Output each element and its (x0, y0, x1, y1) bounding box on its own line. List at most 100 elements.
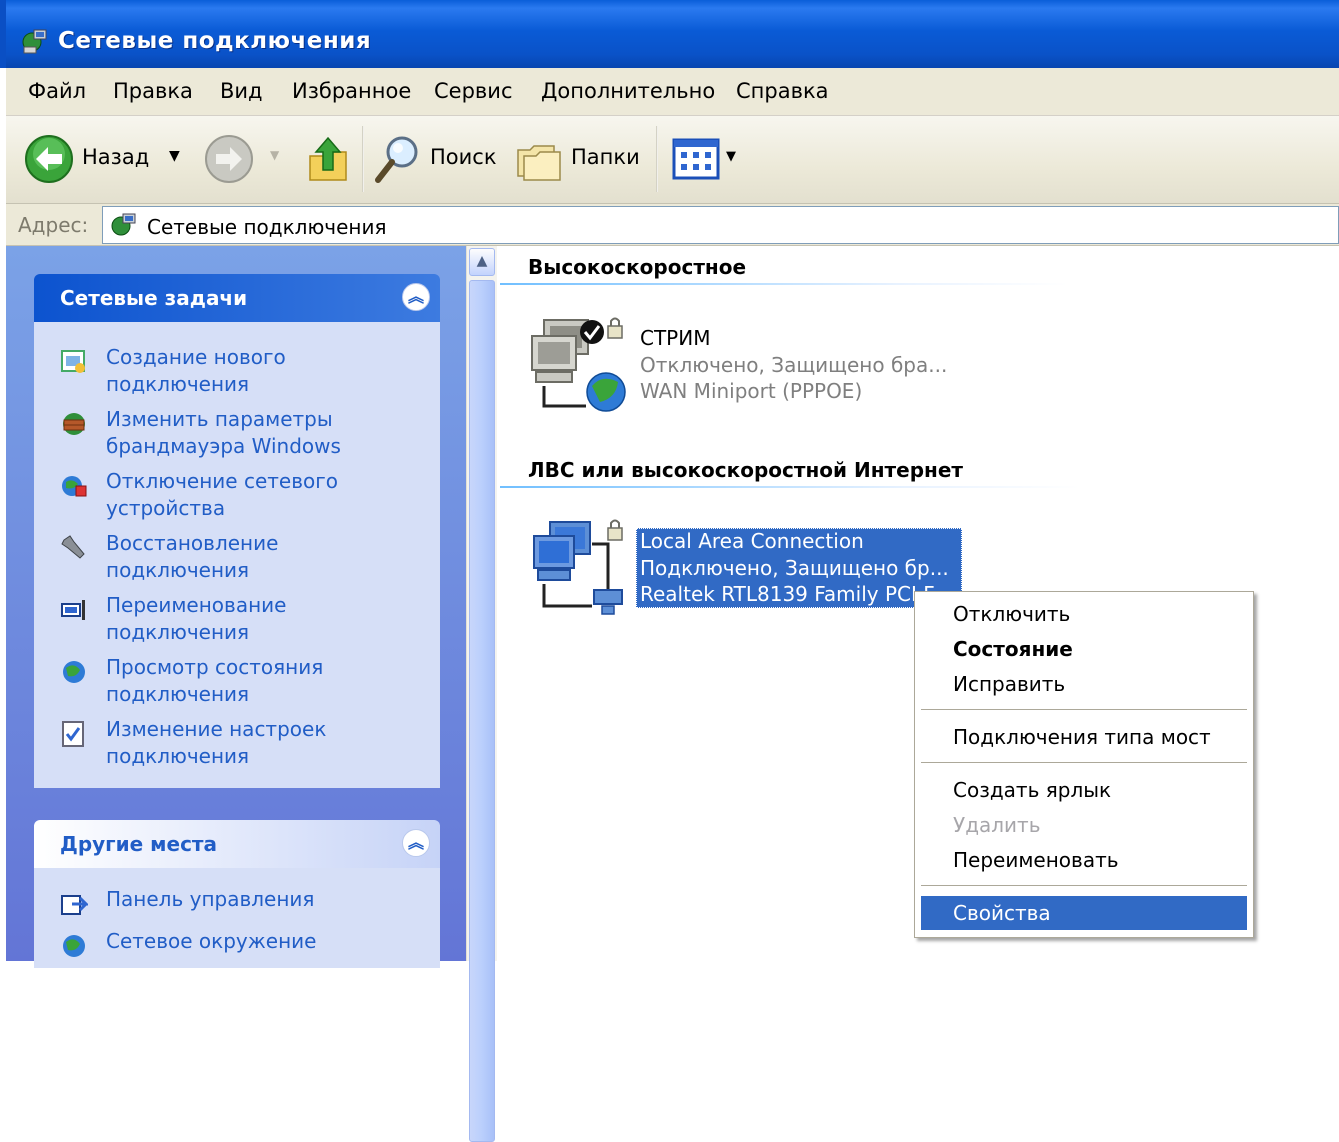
status-icon (63, 661, 85, 683)
task-label: Просмотр состояния подключения (106, 655, 324, 706)
menu-separator (921, 762, 1247, 763)
menu-item-rename[interactable]: Переименовать (921, 843, 1247, 877)
control-panel-icon (61, 895, 88, 915)
folders-icon (517, 145, 561, 181)
network-tasks-panel: Сетевые задачи ︽ Создание нового подключ… (34, 274, 440, 788)
menu-advanced[interactable]: Дополнительно (541, 79, 715, 103)
address-field[interactable]: Сетевые подключения (102, 206, 1339, 244)
back-dropdown-icon[interactable]: ▼ (169, 148, 180, 164)
back-arrow-icon (25, 135, 73, 183)
rename-icon (61, 600, 85, 620)
place-label: Панель управления (106, 887, 315, 911)
menu-separator (921, 709, 1247, 710)
window-title: Сетевые подключения (58, 28, 372, 54)
lan-connection-icon (533, 519, 623, 615)
task-label: Изменение настроек подключения (106, 717, 327, 768)
connection-device: Realtek RTL8139 Family PCI F (640, 582, 935, 606)
place-label: Сетевое окружение (106, 929, 317, 953)
forward-arrow-icon (205, 135, 253, 183)
menu-help[interactable]: Справка (736, 79, 829, 103)
task-label: Отключение сетевого устройства (106, 469, 338, 520)
forward-dropdown-icon[interactable]: ▼ (270, 148, 279, 162)
connection-name: Local Area Connection (640, 529, 864, 553)
menu-item-status[interactable]: Состояние (921, 632, 1247, 666)
task-pane: Сетевые задачи ︽ Создание нового подключ… (6, 246, 466, 968)
back-button[interactable]: Назад ▼ (24, 134, 184, 186)
task-firewall-settings[interactable]: Изменить параметры брандмауэра Windows (60, 406, 420, 462)
network-tasks-title: Сетевые задачи (60, 286, 248, 310)
network-connections-icon (22, 29, 47, 54)
task-change-settings[interactable]: Изменение настроек подключения (60, 716, 420, 772)
connection-status: Подключено, Защищено бр... (640, 556, 949, 580)
folders-button[interactable]: Папки (514, 134, 640, 186)
search-label: Поиск (430, 145, 497, 169)
forward-button[interactable]: ▼ (204, 134, 286, 186)
menu-item-create-shortcut[interactable]: Создать ярлык (921, 773, 1247, 807)
task-label: Создание нового подключения (106, 345, 286, 396)
menu-item-delete: Удалить (953, 813, 1041, 837)
views-dropdown-icon[interactable]: ▼ (726, 149, 736, 164)
up-button[interactable] (306, 132, 352, 186)
address-value: Сетевые подключения (147, 215, 387, 239)
address-label: Адрес: (18, 213, 89, 237)
search-button[interactable]: Поиск (372, 132, 497, 188)
task-rename-connection[interactable]: Переименование подключения (60, 592, 420, 648)
task-disable-device[interactable]: Отключение сетевого устройства (60, 468, 420, 524)
connection-name: СТРИМ (640, 326, 711, 350)
views-button[interactable]: ▼ (672, 138, 742, 182)
new-connection-icon (61, 350, 85, 373)
network-tasks-body: Создание нового подключения Изменить пар… (34, 322, 440, 788)
firewall-icon (63, 413, 85, 435)
connection-status: Отключено, Защищено бра... (640, 353, 948, 377)
menu-favorites[interactable]: Избранное (292, 79, 411, 103)
network-neighborhood-icon (63, 935, 85, 957)
collapse-icon[interactable]: ︽ (402, 283, 430, 311)
menu-view[interactable]: Вид (220, 79, 263, 103)
task-label: Изменить параметры брандмауэра Windows (106, 407, 341, 458)
menu-tools[interactable]: Сервис (434, 79, 512, 103)
other-places-header[interactable]: Другие места ︽ (34, 820, 440, 868)
menu-item-disconnect[interactable]: Отключить (921, 597, 1247, 631)
group-title: Высокоскоростное (528, 255, 747, 279)
menu-item-properties[interactable]: Свойства (921, 896, 1247, 930)
vertical-scrollbar[interactable]: ▲ (466, 246, 497, 1142)
broadband-connection-icon (531, 317, 626, 412)
scroll-up-icon[interactable]: ▲ (469, 248, 495, 276)
place-network-neighborhood[interactable]: Сетевое окружение (60, 928, 420, 984)
group-divider (500, 486, 1080, 488)
toolbar-separator (362, 126, 364, 192)
settings-check-icon (62, 721, 84, 747)
folders-label: Папки (571, 145, 640, 169)
scroll-thumb[interactable] (469, 280, 495, 1142)
address-bar: Адрес: Сетевые подключения (6, 204, 1339, 246)
folder-up-icon (309, 136, 347, 181)
menu-bar: Файл Правка Вид Избранное Сервис Дополни… (6, 68, 1339, 116)
group-title: ЛВС или высокоскоростной Интернет (528, 458, 963, 482)
toolbar-separator (656, 126, 658, 192)
task-create-connection[interactable]: Создание нового подключения (60, 344, 420, 400)
task-label: Восстановление подключения (106, 531, 279, 582)
group-divider (500, 283, 1068, 285)
task-repair-connection[interactable]: Восстановление подключения (60, 530, 420, 586)
network-disable-icon (62, 476, 87, 497)
back-label: Назад (82, 145, 150, 169)
connection-device: WAN Miniport (PPPOE) (640, 379, 863, 403)
menu-file[interactable]: Файл (28, 79, 86, 103)
menu-item-repair[interactable]: Исправить (921, 667, 1247, 701)
toolbar: Назад ▼ ▼ Поиск Папки ▼ (6, 116, 1339, 204)
other-places-body: Панель управления Сетевое окружение (34, 868, 440, 968)
context-menu: Отключить Состояние Исправить Подключени… (914, 591, 1254, 938)
task-label: Переименование подключения (106, 593, 287, 644)
title-bar: Сетевые подключения (0, 0, 1339, 68)
task-view-status[interactable]: Просмотр состояния подключения (60, 654, 420, 710)
menu-separator (921, 885, 1247, 886)
other-places-panel: Другие места ︽ Панель управления Сетевое… (34, 820, 440, 968)
collapse-icon[interactable]: ︽ (402, 829, 430, 857)
network-connections-icon (111, 213, 136, 236)
views-icon (672, 138, 720, 180)
menu-item-bridge[interactable]: Подключения типа мост (921, 720, 1247, 754)
menu-edit[interactable]: Правка (113, 79, 193, 103)
magnifier-icon (375, 136, 418, 183)
network-tasks-header[interactable]: Сетевые задачи ︽ (34, 274, 440, 322)
wrench-icon (61, 535, 85, 559)
